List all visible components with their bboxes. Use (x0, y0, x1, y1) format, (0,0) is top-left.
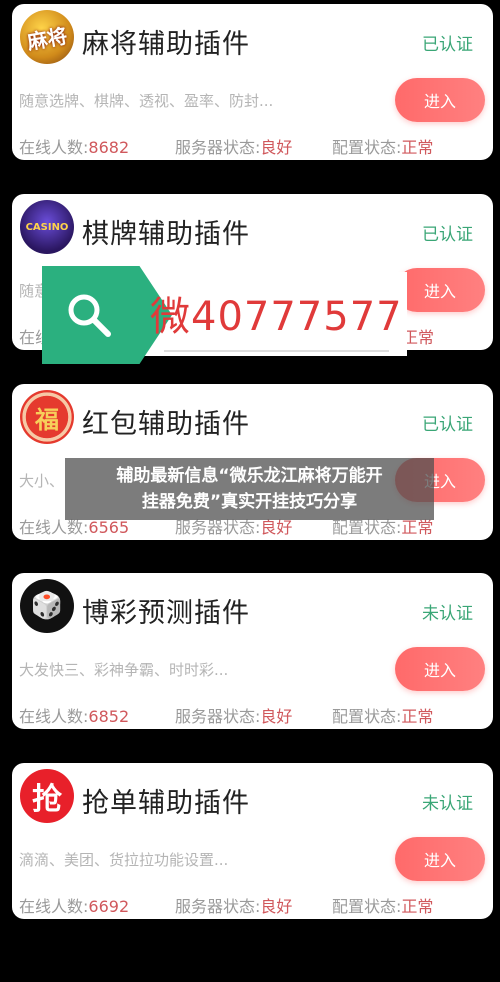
config-status: 配置状态:正常 (332, 897, 434, 916)
red-packet-logo-icon: 福 (20, 390, 74, 444)
plugin-card-mahjong: 麻将 麻将辅助插件 已认证 随意选牌、棋牌、透视、盈率、防封... 进入 在线人… (12, 4, 493, 160)
card-title: 博彩预测插件 (82, 598, 250, 629)
config-status: 配置状态:正常 (332, 138, 434, 157)
dice-logo-icon: 🎲 (20, 579, 74, 633)
search-icon (68, 294, 111, 337)
card-description: 随意选牌、棋牌、透视、盈率、防封... (19, 92, 274, 110)
card-title: 抢单辅助插件 (82, 788, 250, 819)
article-headline: 辅助最新信息“微乐龙江麻将万能开 挂器免费”真实开挂技巧分享 (65, 458, 434, 520)
certification-status: 已认证 (422, 225, 473, 245)
certification-status: 未认证 (422, 794, 473, 814)
certification-status: 未认证 (422, 604, 473, 624)
card-description: 大发快三、彩神争霸、时时彩... (19, 661, 229, 679)
enter-button[interactable]: 进入 (395, 268, 485, 312)
enter-button[interactable]: 进入 (395, 78, 485, 122)
plugin-card-order: 抢 抢单辅助插件 未认证 滴滴、美团、货拉拉功能设置... 进入 在线人数:66… (12, 763, 493, 919)
server-status: 服务器状态:良好 (175, 138, 293, 157)
headline-line-1: 辅助最新信息“微乐龙江麻将万能开 (116, 466, 383, 486)
enter-button[interactable]: 进入 (395, 647, 485, 691)
card-title: 麻将辅助插件 (82, 29, 250, 60)
card-description: 滴滴、美团、货拉拉功能设置... (19, 851, 229, 869)
grab-order-logo-icon: 抢 (20, 769, 74, 823)
card-title: 棋牌辅助插件 (82, 219, 250, 250)
online-count: 在线人数:6692 (19, 897, 130, 916)
mahjong-logo-icon: 麻将 (20, 10, 74, 64)
contact-text: 微40777577 (150, 294, 403, 340)
card-title: 红包辅助插件 (82, 409, 250, 440)
banner-underline (164, 350, 389, 352)
plugin-card-lottery: 🎲 博彩预测插件 未认证 大发快三、彩神争霸、时时彩... 进入 在线人数:68… (12, 573, 493, 729)
server-status: 服务器状态:良好 (175, 897, 293, 916)
casino-logo-icon: CASINO (20, 200, 74, 254)
card-description: 大小、 (19, 472, 65, 490)
contact-search-banner: 微40777577 (42, 266, 407, 364)
server-status: 服务器状态:良好 (175, 707, 293, 726)
certification-status: 已认证 (422, 415, 473, 435)
config-status: 配置状态:正常 (332, 707, 434, 726)
online-count: 在线人数:6852 (19, 707, 130, 726)
online-count: 在线人数:8682 (19, 138, 130, 157)
headline-line-2: 挂器免费”真实开挂技巧分享 (141, 492, 358, 512)
certification-status: 已认证 (422, 35, 473, 55)
enter-button[interactable]: 进入 (395, 837, 485, 881)
